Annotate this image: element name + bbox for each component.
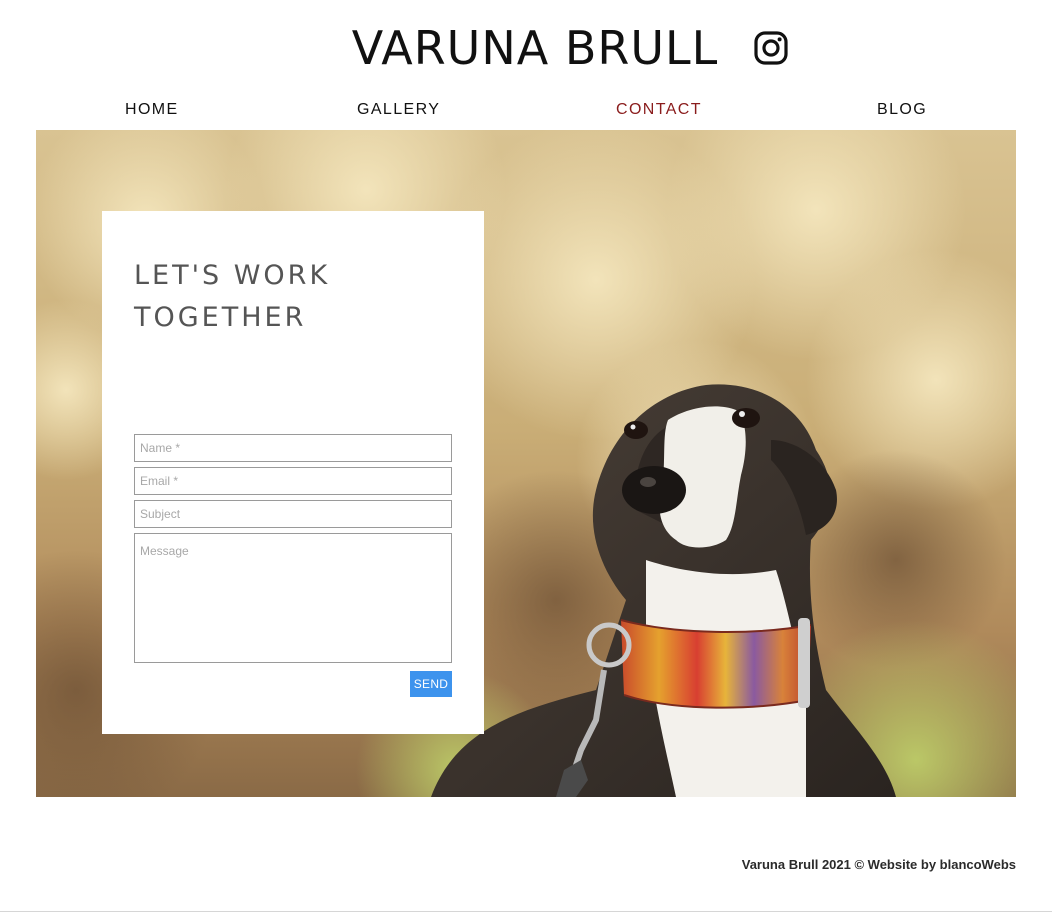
form-heading: LET'S WORK TOGETHER: [134, 255, 454, 339]
nav-gallery[interactable]: GALLERY: [357, 101, 440, 119]
subject-input[interactable]: [134, 500, 452, 528]
site-title[interactable]: VARUNA BRULL: [264, 21, 719, 75]
footer-credit: Varuna Brull 2021 © Website by blancoWeb…: [741, 857, 1016, 872]
nav-blog[interactable]: BLOG: [877, 101, 927, 119]
footer-divider: [0, 911, 1052, 912]
main-nav: HOME GALLERY CONTACT BLOG: [36, 96, 1016, 126]
name-input[interactable]: [134, 434, 452, 462]
email-input[interactable]: [134, 467, 452, 495]
contact-form-card: LET'S WORK TOGETHER SEND: [102, 211, 484, 734]
form-heading-line-1: LET'S WORK: [134, 260, 331, 291]
send-button[interactable]: SEND: [410, 671, 452, 697]
nav-contact[interactable]: CONTACT: [616, 101, 702, 119]
instagram-icon[interactable]: [754, 31, 788, 65]
nav-home[interactable]: HOME: [125, 101, 179, 119]
form-heading-line-2: TOGETHER: [134, 302, 307, 333]
message-textarea[interactable]: [134, 533, 452, 663]
site-header: VARUNA BRULL: [0, 18, 1052, 78]
